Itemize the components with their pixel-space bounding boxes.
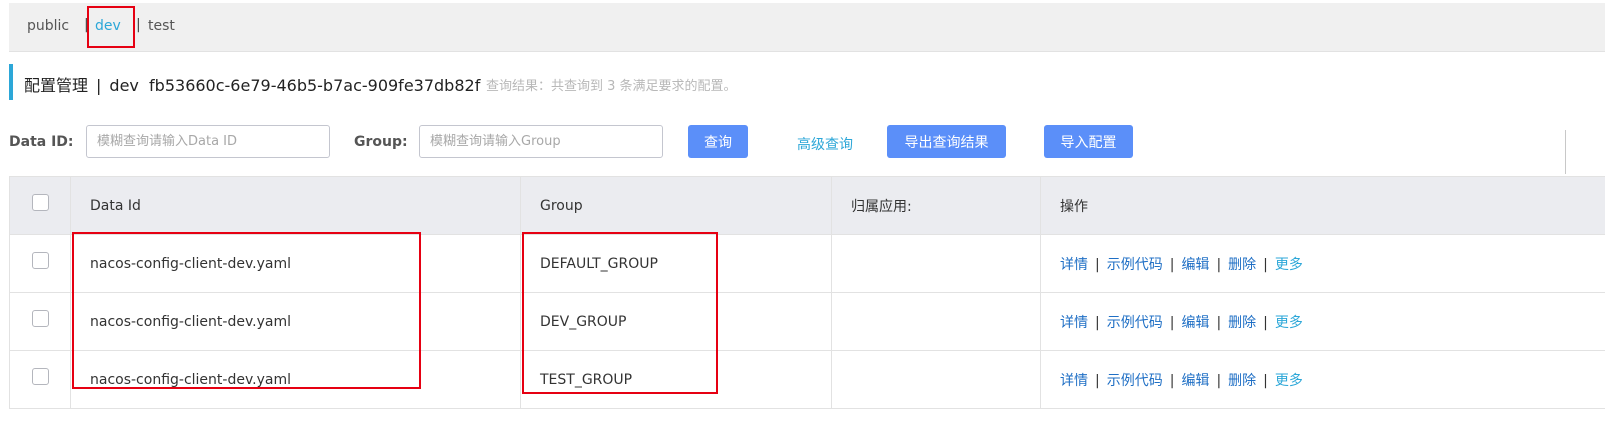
- query-button[interactable]: 查询: [688, 125, 748, 158]
- edit-link[interactable]: 编辑: [1181, 315, 1209, 331]
- page-title: 配置管理 | dev fb53660c-6e79-46b5-b7ac-909fe37…: [24, 72, 480, 96]
- sample-code-link[interactable]: 示例代码: [1107, 373, 1163, 389]
- sample-code-link[interactable]: 示例代码: [1107, 315, 1163, 331]
- namespace-bar: [9, 3, 1605, 52]
- namespace-separator: |: [136, 17, 141, 33]
- export-button[interactable]: 导出查询结果: [887, 125, 1006, 158]
- action-separator: |: [1095, 256, 1100, 273]
- title-accent-bar: [9, 64, 13, 100]
- data-id-label: Data ID:: [9, 134, 74, 150]
- row-checkbox[interactable]: [31, 310, 49, 327]
- action-separator: |: [1263, 372, 1268, 389]
- action-separator: |: [1263, 256, 1268, 273]
- sample-code-link[interactable]: 示例代码: [1107, 257, 1163, 273]
- detail-link[interactable]: 详情: [1060, 373, 1088, 389]
- select-all-cell: [9, 176, 71, 235]
- namespace-separator: |: [84, 17, 89, 33]
- column-header-group: Group: [520, 176, 832, 235]
- config-table: Data Id Group 归属应用: 操作 nacos-config-clie…: [9, 176, 1605, 409]
- advanced-query-link[interactable]: 高级查询: [797, 134, 853, 154]
- namespace-test[interactable]: test: [148, 18, 175, 34]
- edit-link[interactable]: 编辑: [1181, 257, 1209, 273]
- actions-cell: 详情 | 示例代码 | 编辑 | 删除 | 更多: [1040, 234, 1605, 293]
- delete-link[interactable]: 删除: [1228, 257, 1256, 273]
- data-id-input[interactable]: [86, 125, 330, 158]
- action-separator: |: [1169, 314, 1175, 331]
- detail-link[interactable]: 详情: [1060, 257, 1088, 273]
- actions-cell: 详情 | 示例代码 | 编辑 | 删除 | 更多: [1040, 292, 1605, 351]
- page-title-text: 配置管理: [24, 76, 89, 95]
- import-button[interactable]: 导入配置: [1044, 125, 1133, 158]
- data-id-cell: nacos-config-client-dev.yaml: [70, 292, 521, 351]
- action-separator: |: [1095, 314, 1100, 331]
- delete-link[interactable]: 删除: [1228, 315, 1256, 331]
- edit-link[interactable]: 编辑: [1181, 373, 1209, 389]
- data-id-cell: nacos-config-client-dev.yaml: [70, 234, 521, 293]
- app-cell: [831, 234, 1041, 293]
- row-checkbox[interactable]: [31, 252, 49, 269]
- select-all-checkbox[interactable]: [31, 194, 49, 211]
- namespace-id: fb53660c-6e79-46b5-b7ac-909fe37db82f: [149, 76, 481, 95]
- more-link[interactable]: 更多: [1275, 257, 1303, 273]
- column-header-app: 归属应用:: [831, 176, 1041, 235]
- table-row: nacos-config-client-dev.yaml TEST_GROUP …: [9, 350, 1605, 409]
- namespace-name: dev: [109, 76, 139, 95]
- group-cell: TEST_GROUP: [520, 350, 832, 409]
- row-select-cell: [9, 234, 71, 293]
- action-separator: |: [1216, 314, 1222, 331]
- delete-link[interactable]: 删除: [1228, 373, 1256, 389]
- table-row: nacos-config-client-dev.yaml DEFAULT_GRO…: [9, 234, 1605, 293]
- table-row: nacos-config-client-dev.yaml DEV_GROUP 详…: [9, 292, 1605, 351]
- namespace-dev[interactable]: dev: [95, 18, 121, 34]
- query-result-text: 查询结果：共查询到 3 条满足要求的配置。: [486, 79, 737, 94]
- data-id-cell: nacos-config-client-dev.yaml: [70, 350, 521, 409]
- column-header-data-id: Data Id: [70, 176, 521, 235]
- table-header-row: Data Id Group 归属应用: 操作: [9, 176, 1605, 235]
- detail-link[interactable]: 详情: [1060, 315, 1088, 331]
- panel-edge: [1565, 130, 1566, 174]
- more-link[interactable]: 更多: [1275, 315, 1303, 331]
- namespace-public[interactable]: public: [27, 18, 69, 34]
- group-label: Group:: [354, 134, 408, 150]
- action-separator: |: [1216, 372, 1222, 389]
- action-separator: |: [1169, 256, 1175, 273]
- group-cell: DEFAULT_GROUP: [520, 234, 832, 293]
- group-cell: DEV_GROUP: [520, 292, 832, 351]
- action-separator: |: [1169, 372, 1175, 389]
- row-select-cell: [9, 350, 71, 409]
- app-cell: [831, 350, 1041, 409]
- action-separator: |: [1216, 256, 1222, 273]
- actions-cell: 详情 | 示例代码 | 编辑 | 删除 | 更多: [1040, 350, 1605, 409]
- action-separator: |: [1095, 372, 1100, 389]
- action-separator: |: [1263, 314, 1268, 331]
- column-header-actions: 操作: [1040, 176, 1605, 235]
- more-link[interactable]: 更多: [1275, 373, 1303, 389]
- group-input[interactable]: [419, 125, 663, 158]
- row-select-cell: [9, 292, 71, 351]
- title-separator: |: [96, 76, 102, 95]
- row-checkbox[interactable]: [31, 368, 49, 385]
- app-cell: [831, 292, 1041, 351]
